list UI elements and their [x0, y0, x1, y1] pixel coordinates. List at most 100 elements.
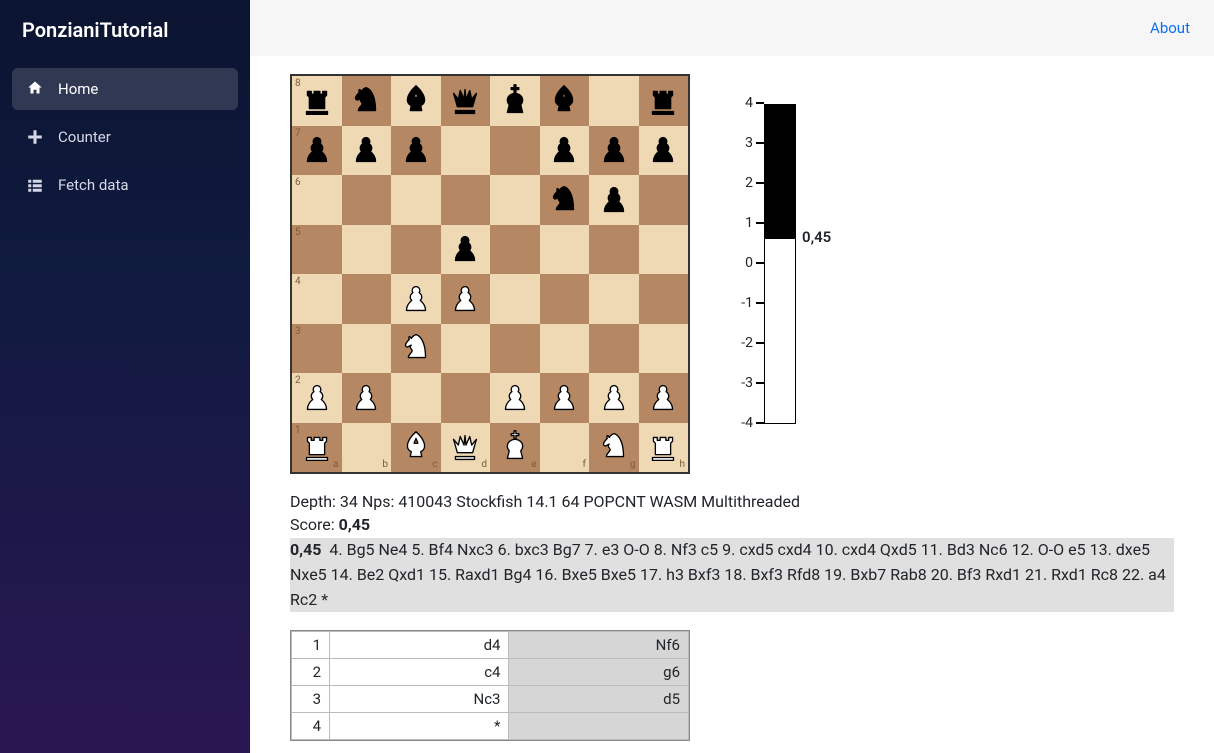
- square-g4[interactable]: [589, 274, 639, 324]
- square-h7[interactable]: [639, 126, 689, 176]
- square-d5[interactable]: [441, 225, 491, 275]
- move-white[interactable]: Nc3: [330, 686, 509, 713]
- piece-black-n[interactable]: [543, 179, 585, 221]
- piece-black-p[interactable]: [296, 129, 338, 171]
- square-b7[interactable]: [342, 126, 392, 176]
- square-b3[interactable]: [342, 324, 392, 374]
- square-c1[interactable]: c: [391, 423, 441, 473]
- square-h2[interactable]: [639, 373, 689, 423]
- piece-white-p[interactable]: [395, 278, 437, 320]
- square-d4[interactable]: [441, 274, 491, 324]
- piece-black-p[interactable]: [642, 129, 684, 171]
- piece-black-b[interactable]: [395, 80, 437, 122]
- square-f7[interactable]: [540, 126, 590, 176]
- square-b4[interactable]: [342, 274, 392, 324]
- piece-black-r[interactable]: [296, 80, 338, 122]
- square-f8[interactable]: [540, 76, 590, 126]
- square-e6[interactable]: [490, 175, 540, 225]
- piece-black-p[interactable]: [593, 179, 635, 221]
- piece-white-p[interactable]: [296, 377, 338, 419]
- square-d3[interactable]: [441, 324, 491, 374]
- piece-white-r[interactable]: [296, 426, 338, 468]
- move-white[interactable]: *: [330, 713, 509, 740]
- square-h6[interactable]: [639, 175, 689, 225]
- square-f5[interactable]: [540, 225, 590, 275]
- square-c3[interactable]: [391, 324, 441, 374]
- piece-white-p[interactable]: [345, 377, 387, 419]
- square-d1[interactable]: d: [441, 423, 491, 473]
- square-g6[interactable]: [589, 175, 639, 225]
- square-a5[interactable]: 5: [292, 225, 342, 275]
- square-f6[interactable]: [540, 175, 590, 225]
- piece-black-p[interactable]: [444, 228, 486, 270]
- square-h1[interactable]: h: [639, 423, 689, 473]
- square-g2[interactable]: [589, 373, 639, 423]
- square-e1[interactable]: e: [490, 423, 540, 473]
- square-e5[interactable]: [490, 225, 540, 275]
- square-c5[interactable]: [391, 225, 441, 275]
- piece-white-k[interactable]: [494, 426, 536, 468]
- piece-white-p[interactable]: [494, 377, 536, 419]
- square-a8[interactable]: 8: [292, 76, 342, 126]
- square-g1[interactable]: g: [589, 423, 639, 473]
- square-a7[interactable]: 7: [292, 126, 342, 176]
- move-black[interactable]: g6: [509, 659, 689, 686]
- square-c6[interactable]: [391, 175, 441, 225]
- piece-black-r[interactable]: [642, 80, 684, 122]
- square-a1[interactable]: 1a: [292, 423, 342, 473]
- square-b1[interactable]: b: [342, 423, 392, 473]
- square-c8[interactable]: [391, 76, 441, 126]
- square-e7[interactable]: [490, 126, 540, 176]
- move-black[interactable]: Nf6: [509, 632, 689, 659]
- square-h5[interactable]: [639, 225, 689, 275]
- square-g3[interactable]: [589, 324, 639, 374]
- square-b5[interactable]: [342, 225, 392, 275]
- piece-white-n[interactable]: [395, 327, 437, 369]
- square-c4[interactable]: [391, 274, 441, 324]
- square-e8[interactable]: [490, 76, 540, 126]
- square-e3[interactable]: [490, 324, 540, 374]
- piece-black-b[interactable]: [543, 80, 585, 122]
- sidebar-item-fetch-data[interactable]: Fetch data: [12, 164, 238, 206]
- square-c2[interactable]: [391, 373, 441, 423]
- sidebar-item-counter[interactable]: Counter: [12, 116, 238, 158]
- square-f1[interactable]: f: [540, 423, 590, 473]
- square-g7[interactable]: [589, 126, 639, 176]
- piece-white-p[interactable]: [642, 377, 684, 419]
- piece-black-p[interactable]: [543, 129, 585, 171]
- square-d2[interactable]: [441, 373, 491, 423]
- square-a3[interactable]: 3: [292, 324, 342, 374]
- square-f3[interactable]: [540, 324, 590, 374]
- piece-black-p[interactable]: [593, 129, 635, 171]
- square-a2[interactable]: 2: [292, 373, 342, 423]
- piece-white-p[interactable]: [444, 278, 486, 320]
- piece-black-p[interactable]: [345, 129, 387, 171]
- move-black[interactable]: [509, 713, 689, 740]
- square-c7[interactable]: [391, 126, 441, 176]
- square-d6[interactable]: [441, 175, 491, 225]
- piece-white-r[interactable]: [642, 426, 684, 468]
- piece-black-p[interactable]: [395, 129, 437, 171]
- sidebar-item-home[interactable]: Home: [12, 68, 238, 110]
- move-black[interactable]: d5: [509, 686, 689, 713]
- move-white[interactable]: d4: [330, 632, 509, 659]
- square-d7[interactable]: [441, 126, 491, 176]
- piece-white-b[interactable]: [395, 426, 437, 468]
- piece-white-p[interactable]: [543, 377, 585, 419]
- piece-black-n[interactable]: [345, 80, 387, 122]
- square-e2[interactable]: [490, 373, 540, 423]
- square-f4[interactable]: [540, 274, 590, 324]
- piece-white-q[interactable]: [444, 426, 486, 468]
- square-b2[interactable]: [342, 373, 392, 423]
- square-a4[interactable]: 4: [292, 274, 342, 324]
- square-b8[interactable]: [342, 76, 392, 126]
- square-b6[interactable]: [342, 175, 392, 225]
- piece-black-k[interactable]: [494, 80, 536, 122]
- square-e4[interactable]: [490, 274, 540, 324]
- square-f2[interactable]: [540, 373, 590, 423]
- square-h3[interactable]: [639, 324, 689, 374]
- principal-variation[interactable]: 0,45 4. Bg5 Ne4 5. Bf4 Nxc3 6. bxc3 Bg7 …: [290, 538, 1174, 612]
- square-g8[interactable]: [589, 76, 639, 126]
- piece-black-q[interactable]: [444, 80, 486, 122]
- square-g5[interactable]: [589, 225, 639, 275]
